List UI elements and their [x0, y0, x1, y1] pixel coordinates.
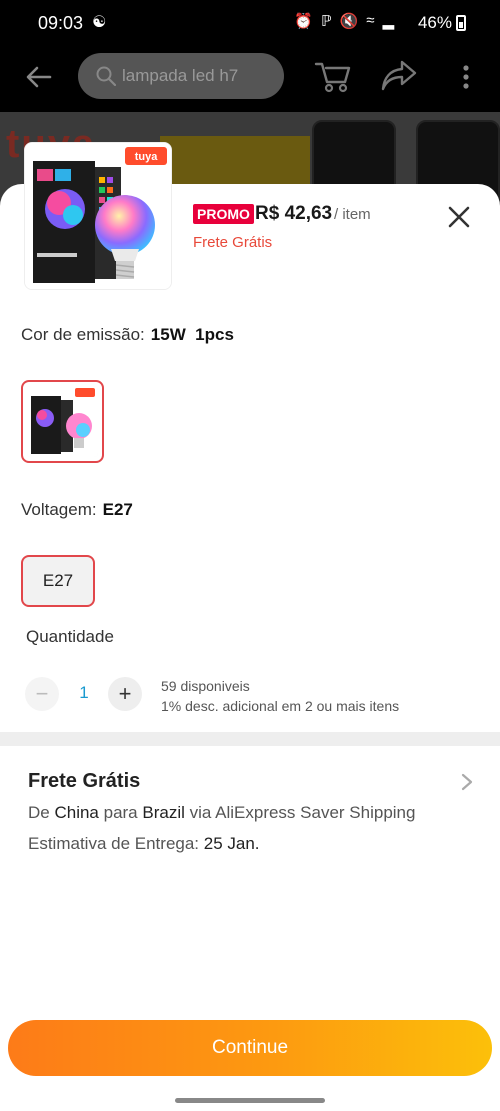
product-thumbnail: tuya	[24, 142, 172, 290]
voltage-label-row: Voltagem: E27	[21, 500, 133, 520]
signal-icon: ▂	[382, 13, 394, 30]
route-destination: Brazil	[142, 803, 185, 822]
search-icon	[96, 66, 116, 86]
close-icon[interactable]	[446, 204, 472, 230]
bluetooth-icon: ℙ	[321, 13, 332, 30]
section-divider	[0, 732, 500, 746]
route-from-prefix: De	[28, 803, 55, 822]
status-icons: ⏰ ℙ 🔇 ≈ ▂	[294, 12, 394, 30]
search-bar[interactable]: lampada led h7	[78, 53, 284, 99]
delivery-estimate: Estimativa de Entrega: 25 Jan.	[28, 834, 260, 854]
minus-icon: −	[35, 681, 49, 706]
mute-icon: 🔇	[339, 13, 359, 30]
back-arrow-icon[interactable]	[24, 62, 54, 92]
status-bar: 09:03 ☯ ⏰ ℙ 🔇 ≈ ▂ 46%	[0, 0, 500, 46]
estimate-date: 25 Jan.	[203, 834, 260, 853]
promo-badge: PROMO	[193, 204, 254, 224]
color-label-row: Cor de emissão: 15W 1pcs	[21, 325, 234, 345]
brand-badge-text: tuya	[135, 151, 159, 163]
increase-quantity-button[interactable]: +	[108, 677, 142, 711]
home-indicator	[175, 1098, 325, 1103]
voltage-value: E27	[102, 500, 133, 519]
cart-icon[interactable]	[314, 58, 352, 94]
alarm-icon: ⏰	[294, 13, 313, 30]
chevron-right-icon[interactable]	[460, 772, 474, 792]
bulk-discount: 1% desc. adicional em 2 ou mais itens	[161, 698, 400, 714]
stock-available: 59 disponiveis	[161, 678, 250, 694]
quantity-value[interactable]: 1	[74, 683, 94, 703]
availability-info: 59 disponiveis 1% desc. adicional em 2 o…	[161, 676, 399, 716]
top-nav: lampada led h7	[0, 46, 500, 112]
color-option-selected[interactable]	[21, 380, 104, 463]
sku-selection-sheet: tuya PROMO R$ 42,63 / item Frete Grátis	[0, 142, 500, 1111]
search-text: lampada led h7	[122, 66, 239, 85]
shipping-route: De China para Brazil via AliExpress Save…	[28, 803, 415, 823]
battery-icon	[456, 15, 466, 31]
decrease-quantity-button[interactable]: −	[25, 677, 59, 711]
route-method: via AliExpress Saver Shipping	[184, 803, 416, 822]
status-time: 09:03	[38, 13, 84, 33]
estimate-label: Estimativa de Entrega:	[28, 834, 204, 853]
quantity-label: Quantidade	[26, 627, 114, 646]
notification-icon: ☯	[92, 14, 107, 31]
more-options-icon[interactable]	[456, 62, 476, 92]
continue-button[interactable]: Continue	[8, 1020, 492, 1076]
option-thumbnail-image	[27, 386, 98, 457]
route-to-prefix: para	[98, 803, 143, 822]
color-value: 15W 1pcs	[150, 325, 234, 344]
voltage-option-e27[interactable]: E27	[21, 555, 95, 607]
color-option-image	[27, 386, 98, 457]
product-image: tuya	[25, 143, 171, 289]
shipping-title[interactable]: Frete Grátis	[28, 770, 140, 793]
wifi-icon: ≈	[366, 12, 375, 29]
voltage-label: Voltagem:	[21, 500, 97, 519]
price-unit: / item	[334, 206, 371, 223]
plus-icon: +	[118, 681, 132, 706]
color-label: Cor de emissão:	[21, 325, 145, 344]
free-shipping-label: Frete Grátis	[193, 234, 273, 251]
product-price: R$ 42,63	[255, 203, 333, 224]
share-icon[interactable]	[380, 58, 418, 94]
route-origin: China	[54, 803, 99, 822]
battery-level: 46%	[417, 13, 452, 32]
